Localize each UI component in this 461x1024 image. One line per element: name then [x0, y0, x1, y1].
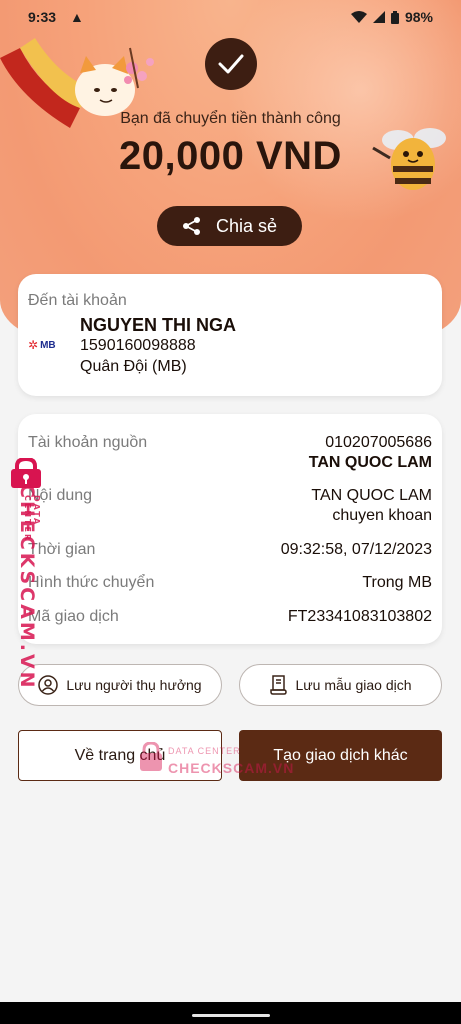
recipient-card: Đến tài khoản ✲ MB NGUYEN THI NGA 159016… — [18, 274, 442, 396]
status-time: 9:33 — [28, 9, 57, 25]
user-icon — [38, 675, 59, 695]
transaction-id-value: FT23341083103802 — [287, 608, 432, 625]
wifi-icon — [350, 11, 367, 23]
status-bar: 9:33 ▲ 98% — [0, 0, 461, 34]
battery-level: 98% — [404, 9, 433, 25]
transfer-amount: 20,000 VND — [119, 134, 342, 178]
recipient-section-label: Đến tài khoản — [28, 292, 127, 309]
save-beneficiary-label: Lưu người thụ hưởng — [66, 677, 202, 693]
share-icon — [182, 217, 200, 235]
recipient-account-number: 1590160098888 — [80, 337, 196, 354]
signal-icon — [372, 11, 385, 23]
mb-star-icon: ✲ — [28, 338, 39, 352]
new-transaction-button[interactable]: Tạo giao dịch khác — [239, 730, 442, 781]
transaction-id-label: Mã giao dịch — [28, 608, 119, 625]
success-check-icon — [205, 38, 257, 90]
method-label: Hình thức chuyển — [28, 574, 155, 591]
content-line-2: chuyen khoan — [332, 507, 432, 524]
source-account-number: 010207005686 — [325, 434, 432, 451]
share-label: Chia sẻ — [215, 215, 278, 236]
transaction-details-card: Tài khoản nguồn 010207005686 TAN QUOC LA… — [18, 414, 442, 644]
document-icon — [269, 675, 287, 695]
recipient-bank-name: Quân Đội (MB) — [80, 358, 187, 375]
content-label: Nội dung — [28, 487, 93, 504]
time-value: 09:32:58, 07/12/2023 — [280, 541, 432, 558]
warning-icon: ▲ — [70, 9, 84, 25]
content-line-1: TAN QUOC LAM — [311, 487, 432, 504]
system-navigation-bar — [0, 1002, 461, 1024]
save-template-label: Lưu mẫu giao dịch — [295, 677, 412, 693]
home-button-label: Về trang chủ — [74, 746, 166, 764]
time-label: Thời gian — [28, 541, 96, 558]
home-button[interactable]: Về trang chủ — [18, 730, 222, 781]
home-gesture-handle[interactable] — [192, 1014, 270, 1017]
source-account-name: TAN QUOC LAM — [308, 454, 432, 471]
recipient-name: NGUYEN THI NGA — [80, 315, 237, 335]
save-template-button[interactable]: Lưu mẫu giao dịch — [239, 664, 442, 706]
share-button[interactable]: Chia sẻ — [157, 206, 302, 246]
method-value: Trong MB — [362, 574, 432, 591]
success-message: Bạn đã chuyển tiền thành công — [120, 110, 341, 127]
save-beneficiary-button[interactable]: Lưu người thụ hưởng — [18, 664, 222, 706]
battery-icon — [390, 10, 399, 24]
new-transaction-label: Tạo giao dịch khác — [273, 746, 408, 764]
status-right: 98% — [350, 9, 433, 25]
mb-bank-logo: ✲ MB — [28, 338, 56, 352]
source-account-label: Tài khoản nguồn — [28, 434, 148, 451]
